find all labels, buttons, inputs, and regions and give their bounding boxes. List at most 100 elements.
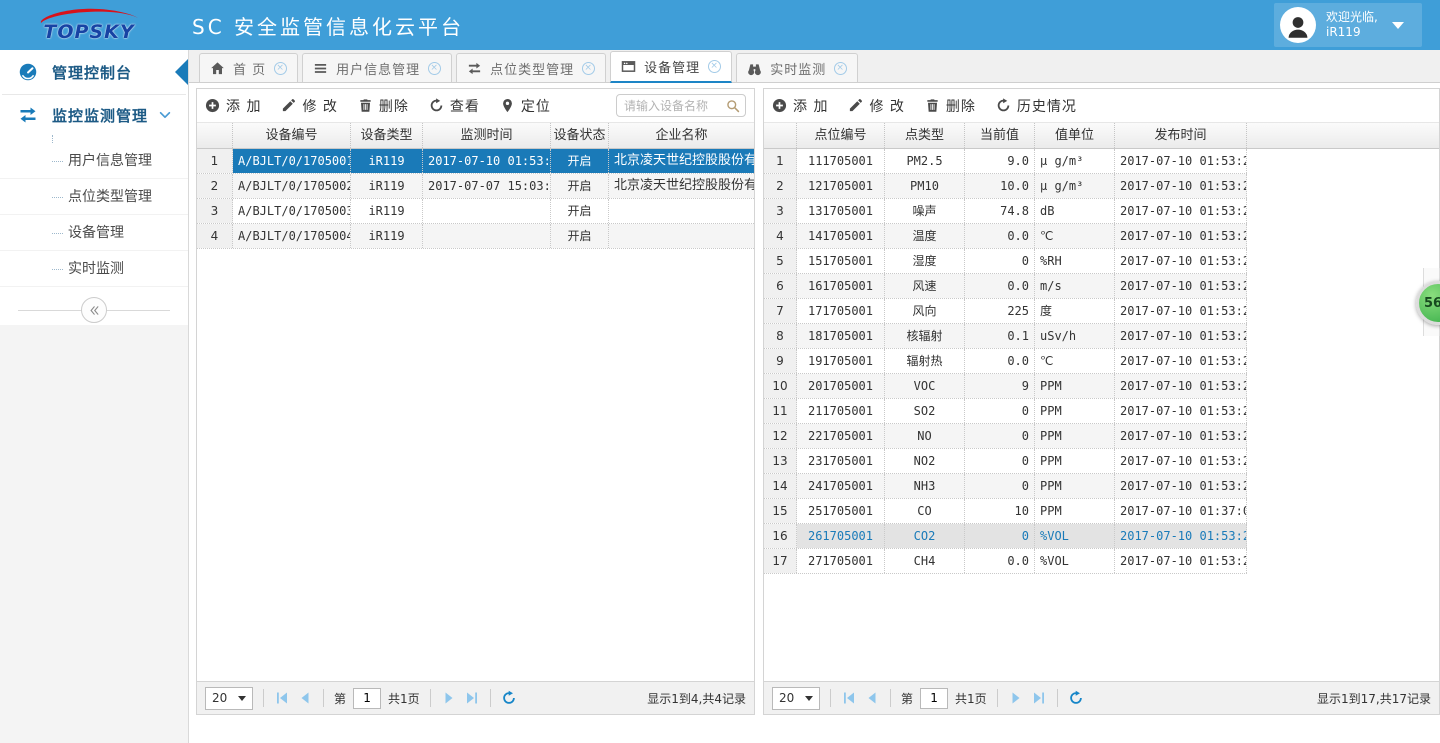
table-row[interactable]: 1A/BJLT/0/1705001iR1192017-07-10 01:53:2… (197, 149, 754, 174)
device-first-page-button[interactable] (274, 690, 290, 706)
button-label: 查看 (450, 96, 480, 116)
tab-device[interactable]: 设备管理× (610, 51, 732, 83)
table-cell: 2017-07-10 01:53:22 (1115, 199, 1247, 223)
device-search-input[interactable] (624, 99, 726, 113)
realtime-add-button[interactable]: 添 加 (772, 96, 828, 116)
user-menu[interactable]: 欢迎光临, iR119 (1274, 3, 1422, 47)
table-row[interactable]: 14241705001NH30PPM2017-07-10 01:53:21 (764, 474, 1247, 499)
column-header-filler (1247, 123, 1439, 148)
edit-icon (848, 98, 863, 113)
table-cell: iR119 (351, 199, 423, 223)
table-cell: iR119 (351, 149, 423, 173)
column-header[interactable]: 值单位 (1035, 123, 1115, 148)
device-prev-page-button[interactable] (297, 690, 313, 706)
close-tab-icon[interactable]: × (428, 62, 441, 75)
table-row[interactable]: 12221705001NO0PPM2017-07-10 01:53:21 (764, 424, 1247, 449)
tab-user-info[interactable]: 用户信息管理× (302, 53, 452, 82)
table-cell: 2017-07-10 01:53:22 (1115, 249, 1247, 273)
table-row[interactable]: 1111705001PM2.59.0μ g/m³2017-07-10 01:53… (764, 149, 1247, 174)
column-header[interactable]: 设备编号 (233, 123, 351, 148)
table-row[interactable]: 16261705001CO20%VOL2017-07-10 01:53:22 (764, 524, 1247, 549)
device-add-button[interactable]: 添 加 (205, 96, 261, 116)
device-edit-button[interactable]: 修 改 (281, 96, 337, 116)
table-row[interactable]: 4141705001温度0.0℃2017-07-10 01:53:22 (764, 224, 1247, 249)
close-tab-icon[interactable]: × (834, 62, 847, 75)
device-locate-button[interactable]: 定位 (500, 96, 551, 116)
table-row[interactable]: 15251705001CO10PPM2017-07-10 01:37:01 (764, 499, 1247, 524)
sidebar-item-realtime-monitoring[interactable]: 实时监测 (0, 251, 188, 287)
table-cell: 2017-07-10 01:53:22 (1115, 374, 1247, 398)
table-cell: A/BJLT/0/1705004 (233, 224, 351, 248)
column-header[interactable]: 点类型 (885, 123, 965, 148)
caret-down-icon (1392, 22, 1404, 29)
table-cell: SO2 (885, 399, 965, 423)
table-row[interactable]: 13231705001NO20PPM2017-07-10 01:53:22 (764, 449, 1247, 474)
realtime-refresh-button[interactable] (1068, 690, 1084, 706)
table-cell (609, 224, 754, 248)
sidebar-item-point-type-management[interactable]: 点位类型管理 (0, 179, 188, 215)
device-last-page-button[interactable] (464, 690, 480, 706)
divider (323, 689, 324, 707)
table-cell: PM2.5 (885, 149, 965, 173)
table-row[interactable]: 4A/BJLT/0/1705004iR119开启 (197, 224, 754, 249)
table-row[interactable]: 17271705001CH40.0%VOL2017-07-10 01:53:21 (764, 549, 1247, 574)
device-refresh-button[interactable] (501, 690, 517, 706)
device-next-page-button[interactable] (441, 690, 457, 706)
realtime-page-size-select[interactable]: 20 (772, 687, 820, 710)
device-page-size-select[interactable]: 20 (205, 687, 253, 710)
sidebar-item-device-management[interactable]: 设备管理 (0, 215, 188, 251)
table-row[interactable]: 8181705001核辐射0.1uSv/h2017-07-10 01:53:21 (764, 324, 1247, 349)
table-row[interactable]: 2121705001PM1010.0μ g/m³2017-07-10 01:53… (764, 174, 1247, 199)
column-header[interactable]: 设备状态 (551, 123, 609, 148)
tab-label: 首 页 (233, 59, 266, 78)
table-cell: 开启 (551, 199, 609, 223)
table-cell: 0 (965, 399, 1035, 423)
realtime-edit-button[interactable]: 修 改 (848, 96, 904, 116)
table-cell: 2017-07-10 01:53:21 (1115, 474, 1247, 498)
sidebar-item-monitoring-management[interactable]: 监控监测管理 (0, 95, 188, 135)
device-delete-button[interactable]: 删除 (358, 96, 409, 116)
column-header[interactable]: 监测时间 (423, 123, 551, 148)
table-row[interactable]: 11211705001SO20PPM2017-07-10 01:53:22 (764, 399, 1247, 424)
column-header[interactable]: 企业名称 (609, 123, 754, 148)
sidebar-item-user-info-management[interactable]: 用户信息管理 (0, 143, 188, 179)
tab-home[interactable]: 首 页 × (199, 53, 298, 82)
sidebar-item-admin-console[interactable]: 管理控制台 (0, 50, 188, 94)
table-row[interactable]: 7171705001风向225度2017-07-10 01:53:21 (764, 299, 1247, 324)
realtime-prev-page-button[interactable] (864, 690, 880, 706)
table-row[interactable]: 5151705001湿度0%RH2017-07-10 01:53:22 (764, 249, 1247, 274)
table-row[interactable]: 10201705001VOC9PPM2017-07-10 01:53:22 (764, 374, 1247, 399)
column-header[interactable]: 点位编号 (797, 123, 885, 148)
table-cell: PPM (1035, 474, 1115, 498)
realtime-last-page-button[interactable] (1031, 690, 1047, 706)
device-view-button[interactable]: 查看 (429, 96, 480, 116)
tab-point-type[interactable]: 点位类型管理× (456, 53, 606, 82)
realtime-history-button[interactable]: 历史情况 (996, 96, 1077, 116)
realtime-delete-button[interactable]: 删除 (925, 96, 976, 116)
delete-icon (358, 98, 373, 113)
tab-realtime[interactable]: 实时监测× (736, 53, 858, 82)
realtime-next-page-button[interactable] (1008, 690, 1024, 706)
close-tab-icon[interactable]: × (274, 62, 287, 75)
sidebar-section-label: 管理控制台 (52, 62, 132, 83)
close-tab-icon[interactable]: × (582, 62, 595, 75)
column-header[interactable]: 当前值 (965, 123, 1035, 148)
device-page-input[interactable] (353, 688, 381, 709)
table-row[interactable]: 2A/BJLT/0/1705002iR1192017-07-07 15:03:0… (197, 174, 754, 199)
table-row[interactable]: 3131705001噪声74.8dB2017-07-10 01:53:22 (764, 199, 1247, 224)
search-icon[interactable] (726, 99, 740, 113)
column-header[interactable]: 发布时间 (1115, 123, 1247, 148)
table-cell: 0.0 (965, 549, 1035, 573)
column-header[interactable]: 设备类型 (351, 123, 423, 148)
close-tab-icon[interactable]: × (708, 60, 721, 73)
table-row[interactable]: 6161705001风速0.0m/s2017-07-10 01:53:21 (764, 274, 1247, 299)
table-row[interactable]: 9191705001辐射热0.0℃2017-07-10 01:53:21 (764, 349, 1247, 374)
realtime-first-page-button[interactable] (841, 690, 857, 706)
collapse-sidebar-button[interactable] (81, 297, 107, 323)
table-cell: 0.0 (965, 274, 1035, 298)
table-row[interactable]: 3A/BJLT/0/1705003iR119开启 (197, 199, 754, 224)
row-number-cell: 16 (764, 524, 797, 548)
table-cell: 74.8 (965, 199, 1035, 223)
realtime-page-input[interactable] (920, 688, 948, 709)
table-cell: NO2 (885, 449, 965, 473)
